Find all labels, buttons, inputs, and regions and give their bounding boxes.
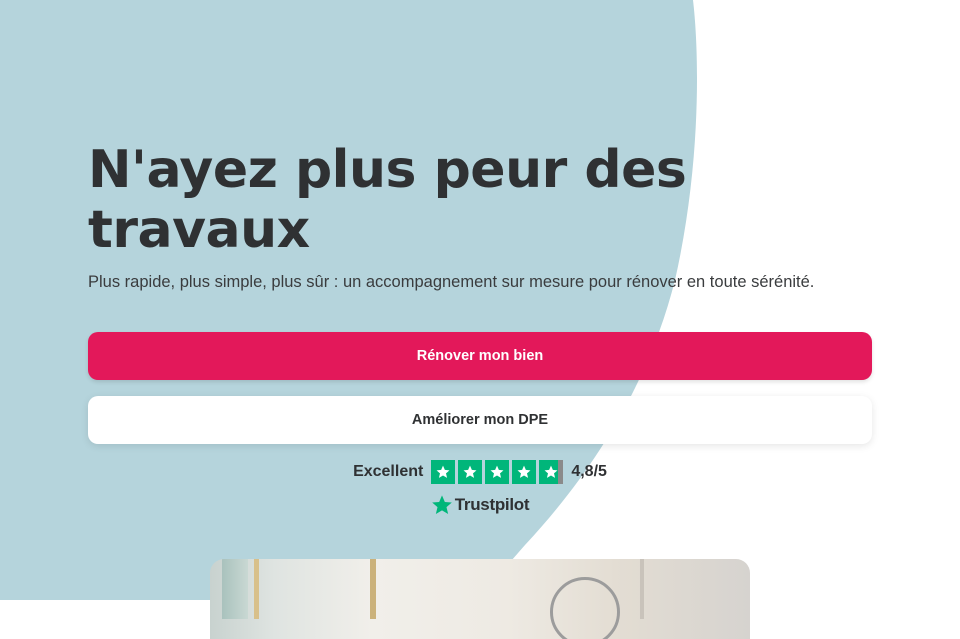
page-title: N'ayez plus peur des travaux: [88, 140, 687, 260]
star-icon: [512, 460, 537, 484]
hero-subtitle: Plus rapide, plus simple, plus sûr : un …: [88, 273, 815, 291]
trustpilot-rating[interactable]: Excellent 4,8/5: [0, 460, 960, 484]
hero-section: N'ayez plus peur des travaux Plus rapide…: [88, 140, 872, 294]
star-icon: [485, 460, 510, 484]
renovate-property-button[interactable]: Rénover mon bien: [88, 332, 872, 380]
improve-dpe-button[interactable]: Améliorer mon DPE: [88, 396, 872, 444]
star-icon: [458, 460, 483, 484]
trustpilot-wordmark: Trustpilot: [454, 495, 530, 514]
rating-stars: [431, 460, 564, 484]
hero-bathroom-image: [210, 559, 750, 639]
rating-score: 4,8/5: [571, 463, 607, 480]
star-icon: [539, 460, 564, 484]
star-icon: [431, 460, 456, 484]
rating-label: Excellent: [353, 463, 424, 480]
trustpilot-logo[interactable]: Trustpilot: [0, 494, 960, 516]
renovate-property-button-label: Rénover mon bien: [416, 348, 544, 364]
improve-dpe-button-label: Améliorer mon DPE: [411, 412, 549, 428]
trustpilot-star-icon: [431, 494, 453, 516]
